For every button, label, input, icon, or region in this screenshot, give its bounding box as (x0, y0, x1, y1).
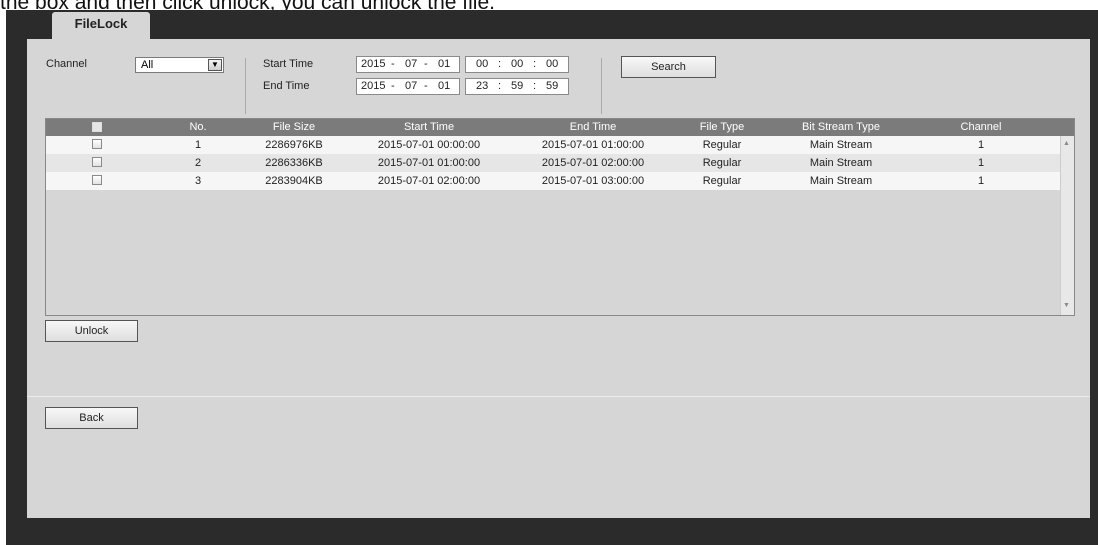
filter-divider (245, 58, 246, 114)
cell-file-type: Regular (702, 175, 742, 187)
time-separator: : (498, 58, 502, 70)
chevron-down-icon[interactable]: ▼ (208, 59, 222, 71)
channel-label: Channel (46, 58, 87, 70)
date-separator: - (424, 80, 428, 92)
end-date-day[interactable]: 01 (438, 80, 450, 92)
cell-start-time: 2015-07-01 02:00:00 (377, 175, 481, 187)
tab-filelock[interactable]: FileLock (52, 12, 150, 40)
table-header: No. File Size Start Time End Time File T… (46, 119, 1074, 136)
end-date-field[interactable]: 2015 - 07 - 01 (356, 78, 460, 95)
unlock-button[interactable]: Unlock (45, 320, 138, 342)
time-separator: : (533, 58, 537, 70)
date-separator: - (424, 58, 428, 70)
search-button[interactable]: Search (621, 56, 716, 78)
cell-stream-type: Main Stream (809, 175, 873, 187)
table-row[interactable]: 1 2286976KB 2015-07-01 00:00:00 2015-07-… (46, 136, 1060, 154)
cell-end-time: 2015-07-01 02:00:00 (541, 157, 645, 169)
cell-file-size: 2286976KB (265, 139, 323, 151)
cell-end-time: 2015-07-01 03:00:00 (541, 175, 645, 187)
section-divider (27, 396, 1090, 397)
back-button[interactable]: Back (45, 407, 138, 429)
date-separator: - (391, 58, 395, 70)
row-checkbox[interactable] (92, 175, 102, 185)
time-separator: : (533, 80, 537, 92)
scroll-down-icon[interactable]: ▼ (1063, 302, 1070, 309)
cell-file-type: Regular (702, 157, 742, 169)
cell-no: 1 (194, 139, 202, 151)
cell-start-time: 2015-07-01 01:00:00 (377, 157, 481, 169)
start-clock-field[interactable]: 00 : 00 : 00 (465, 56, 569, 73)
select-all-checkbox[interactable] (92, 122, 102, 132)
cell-stream-type: Main Stream (809, 157, 873, 169)
end-hour[interactable]: 23 (476, 80, 488, 92)
cell-stream-type: Main Stream (809, 139, 873, 151)
col-end-time: End Time (569, 121, 617, 133)
end-second[interactable]: 59 (546, 80, 558, 92)
date-separator: - (391, 80, 395, 92)
start-hour[interactable]: 00 (476, 58, 488, 70)
end-date-month[interactable]: 07 (405, 80, 417, 92)
col-file-type: File Type (699, 121, 745, 133)
cell-no: 2 (194, 157, 202, 169)
table-scrollbar[interactable]: ▲ ▼ (1060, 136, 1074, 315)
start-time-label: Start Time (263, 58, 314, 70)
cell-file-size: 2286336KB (265, 157, 323, 169)
start-minute[interactable]: 00 (511, 58, 523, 70)
start-date-year[interactable]: 2015 (361, 58, 385, 70)
channel-select[interactable]: All ▼ (135, 57, 224, 73)
start-date-month[interactable]: 07 (405, 58, 417, 70)
row-checkbox[interactable] (92, 139, 102, 149)
cell-channel: 1 (977, 175, 985, 187)
end-clock-field[interactable]: 23 : 59 : 59 (465, 78, 569, 95)
start-second[interactable]: 00 (546, 58, 558, 70)
cell-channel: 1 (977, 139, 985, 151)
cell-file-type: Regular (702, 139, 742, 151)
col-stream-type: Bit Stream Type (801, 121, 881, 133)
end-minute[interactable]: 59 (511, 80, 523, 92)
filter-divider (601, 58, 602, 114)
col-channel: Channel (960, 121, 1002, 133)
cell-channel: 1 (977, 157, 985, 169)
channel-select-value: All (141, 59, 154, 71)
cell-start-time: 2015-07-01 00:00:00 (377, 139, 481, 151)
cell-no: 3 (194, 175, 202, 187)
col-file-size: File Size (272, 121, 316, 133)
end-time-label: End Time (263, 80, 310, 92)
start-date-day[interactable]: 01 (438, 58, 450, 70)
table-row[interactable]: 3 2283904KB 2015-07-01 02:00:00 2015-07-… (46, 172, 1060, 190)
table-row[interactable]: 2 2286336KB 2015-07-01 01:00:00 2015-07-… (46, 154, 1060, 172)
file-table: No. File Size Start Time End Time File T… (45, 118, 1075, 316)
start-date-field[interactable]: 2015 - 07 - 01 (356, 56, 460, 73)
cell-file-size: 2283904KB (265, 175, 323, 187)
col-start-time: Start Time (403, 121, 455, 133)
col-no: No. (189, 121, 207, 133)
scroll-up-icon[interactable]: ▲ (1063, 140, 1070, 147)
row-checkbox[interactable] (92, 157, 102, 167)
time-separator: : (498, 80, 502, 92)
end-date-year[interactable]: 2015 (361, 80, 385, 92)
cell-end-time: 2015-07-01 01:00:00 (541, 139, 645, 151)
